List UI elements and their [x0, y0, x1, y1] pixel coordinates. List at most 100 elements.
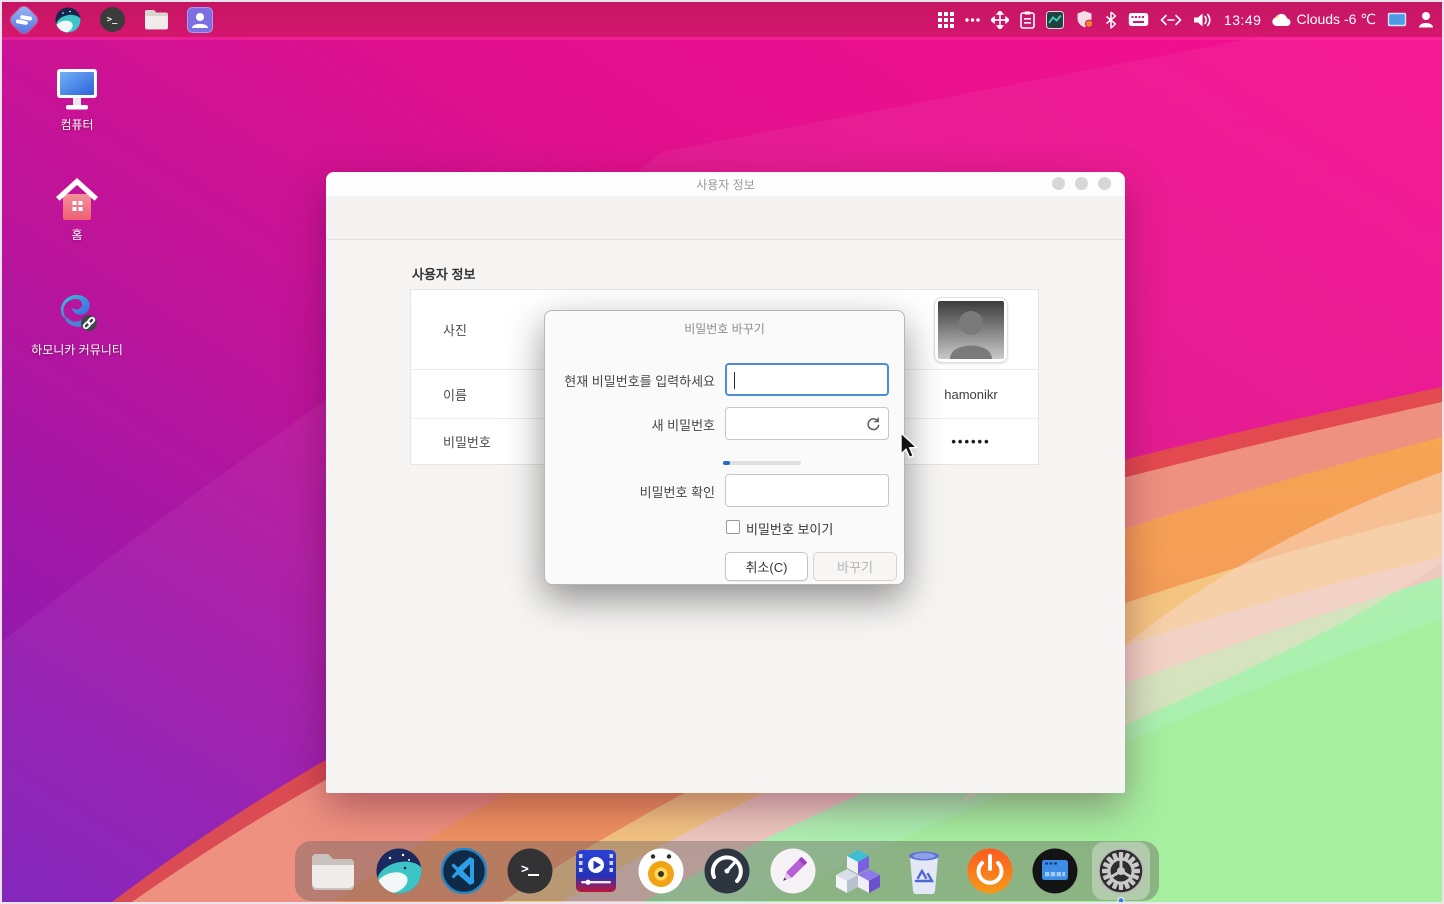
volume-icon[interactable]: [1193, 12, 1213, 28]
running-indicator: [1117, 897, 1124, 904]
text-caret: [734, 372, 735, 389]
system-tray: 13:49 Clouds -6 ℃: [938, 10, 1434, 29]
weather-text: Clouds -6 ℃: [1296, 11, 1376, 28]
cloud-icon: [1272, 13, 1292, 27]
dock-item-vscode[interactable]: [439, 846, 489, 896]
window-titlebar[interactable]: 사용자 정보: [326, 172, 1125, 196]
photo-row-label: 사진: [411, 320, 467, 339]
bluetooth-icon[interactable]: [1105, 11, 1117, 29]
svg-text:>: >: [521, 862, 529, 877]
vscode-icon: [441, 848, 487, 894]
settings-gear-icon: [1098, 848, 1144, 894]
new-password-input[interactable]: [725, 407, 889, 440]
power-icon: [967, 848, 1013, 894]
current-password-input[interactable]: [725, 363, 889, 396]
change-password-dialog: 비밀번호 바꾸기 현재 비밀번호를 입력하세요 새 비밀번호 비밀번호 확인 비…: [544, 310, 905, 585]
display-settings-icon: [1032, 848, 1078, 894]
avatar-silhouette: [938, 301, 1004, 359]
weather-applet[interactable]: Clouds -6 ℃: [1272, 11, 1376, 28]
file-manager-icon[interactable]: [142, 6, 170, 34]
folder-glyph: [144, 9, 169, 30]
close-button[interactable]: [1098, 177, 1111, 190]
password-dots-value[interactable]: ••••••: [951, 434, 990, 449]
minimize-button[interactable]: [1052, 177, 1065, 190]
user-accounts-icon[interactable]: [186, 6, 214, 34]
password-row-label: 비밀번호: [411, 432, 491, 451]
user-icon[interactable]: [1418, 11, 1434, 28]
confirm-password-input[interactable]: [725, 474, 889, 507]
overflow-icon[interactable]: [965, 12, 980, 28]
desktop-icon-computer[interactable]: 컴퓨터: [22, 66, 132, 132]
show-password-label[interactable]: 비밀번호 보이기: [746, 519, 833, 538]
dock-item-terminal[interactable]: >: [505, 846, 555, 896]
cancel-button[interactable]: 취소(C): [725, 552, 808, 581]
clock[interactable]: 13:49: [1224, 12, 1262, 28]
dialog-title: 비밀번호 바꾸기: [545, 320, 904, 337]
computer-icon: [52, 66, 102, 112]
dock-item-whale-browser[interactable]: [374, 846, 424, 896]
whale-browser-icon[interactable]: [54, 6, 82, 34]
network-icon[interactable]: [1160, 14, 1182, 26]
name-row-value-col: hamonikr: [881, 387, 1061, 402]
packages-cubes-icon: [835, 849, 881, 893]
whale-browser-icon: [376, 848, 422, 894]
user-name-value[interactable]: hamonikr: [944, 387, 997, 402]
move-window-icon[interactable]: [991, 11, 1009, 29]
chart-applet-icon[interactable]: [1046, 11, 1064, 29]
text-editor-icon: [770, 848, 816, 894]
change-button[interactable]: 바꾸기: [813, 552, 897, 581]
confirm-password-label: 비밀번호 확인: [555, 474, 715, 508]
app-grid-icon[interactable]: [938, 12, 954, 28]
whale-glyph: [55, 7, 81, 33]
system-monitor-icon: [704, 848, 750, 894]
terminal-glyph: >_: [100, 7, 125, 32]
avatar[interactable]: [934, 297, 1008, 363]
hamonikr-logo: [8, 4, 39, 35]
display-icon[interactable]: [1387, 12, 1407, 27]
desktop-icon-community[interactable]: 하모니카 커뮤니티: [22, 287, 132, 357]
folder-icon: [310, 852, 356, 890]
window-controls: [1052, 177, 1111, 190]
panel-app-launchers: >_: [10, 2, 214, 37]
dock: >: [295, 841, 1159, 901]
desktop-icon-label: 컴퓨터: [60, 118, 93, 132]
dock-item-package-manager[interactable]: [833, 846, 883, 896]
clipboard-icon[interactable]: [1020, 11, 1035, 29]
dock-item-trash[interactable]: [899, 846, 949, 896]
trash-icon: [904, 848, 944, 894]
dock-item-display-settings[interactable]: [1030, 846, 1080, 896]
terminal-icon: >: [507, 848, 553, 894]
dock-item-power[interactable]: [965, 846, 1015, 896]
dock-item-audacious-player[interactable]: [636, 846, 686, 896]
video-player-icon: [575, 849, 617, 893]
hamonikr-menu-icon[interactable]: [10, 6, 38, 34]
desktop-icon-label: 하모니카 커뮤니티: [31, 343, 123, 357]
shield-update-icon[interactable]: [1075, 10, 1094, 29]
desktop-icon-home[interactable]: 홈: [22, 176, 132, 242]
section-heading: 사용자 정보: [412, 264, 475, 283]
window-header-strip: [326, 196, 1125, 240]
keyboard-icon[interactable]: [1128, 12, 1149, 27]
audacious-icon: [638, 848, 684, 894]
top-panel: >_: [2, 2, 1442, 37]
name-row-label: 이름: [411, 385, 467, 404]
terminal-icon[interactable]: >_: [98, 6, 126, 34]
desktop-icon-label: 홈: [71, 228, 82, 242]
dock-item-system-settings[interactable]: [1096, 846, 1146, 896]
dock-item-system-monitor[interactable]: [702, 846, 752, 896]
photo-row-value: [881, 297, 1061, 363]
password-strength-bar: [723, 461, 801, 465]
maximize-button[interactable]: [1075, 177, 1088, 190]
current-password-label: 현재 비밀번호를 입력하세요: [555, 363, 715, 397]
new-password-label: 새 비밀번호: [555, 407, 715, 441]
generate-password-icon[interactable]: [865, 416, 881, 437]
password-strength-fill: [723, 461, 730, 465]
show-password-checkbox[interactable]: [726, 520, 740, 534]
window-title: 사용자 정보: [696, 176, 755, 193]
dock-item-video-player[interactable]: [571, 846, 621, 896]
user-accounts-glyph: [187, 7, 213, 33]
desktop-screen: >_: [0, 0, 1444, 904]
dock-item-text-editor[interactable]: [768, 846, 818, 896]
mouse-cursor: [899, 432, 919, 459]
dock-item-file-manager[interactable]: [308, 846, 358, 896]
